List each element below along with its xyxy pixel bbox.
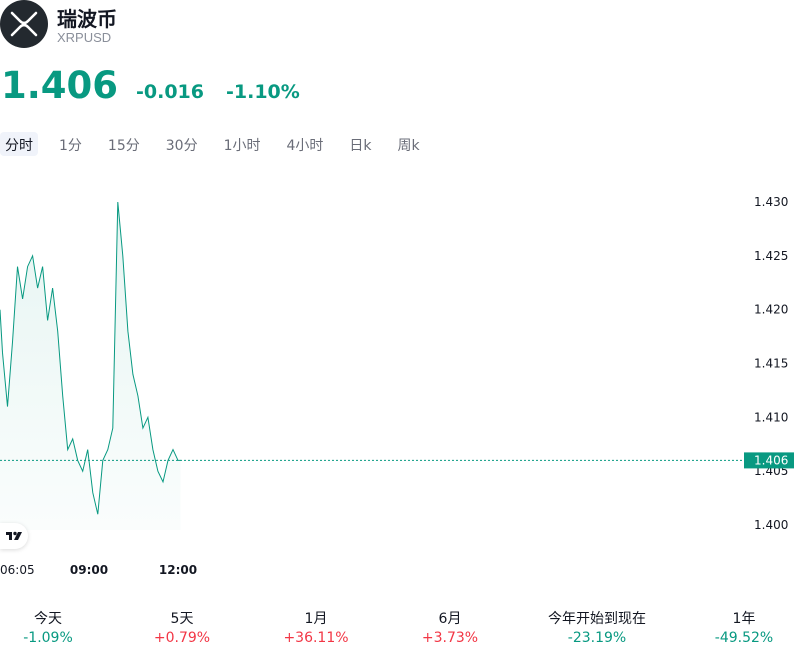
svg-text:1.406: 1.406 xyxy=(754,453,788,467)
perf-label: 6月 xyxy=(438,611,462,627)
x-tick-label: 06:05 xyxy=(0,563,35,577)
x-tick-label: 09:00 xyxy=(70,563,108,577)
y-tick-label: 1.430 xyxy=(754,195,788,209)
perf-label: 1年 xyxy=(732,611,756,627)
tradingview-logo-icon[interactable] xyxy=(0,523,28,549)
y-tick-label: 1.420 xyxy=(754,303,788,317)
perf-value: -23.19% xyxy=(567,630,627,646)
perf-6month[interactable]: 6月 +3.73% xyxy=(395,610,505,648)
perf-label: 今天 xyxy=(34,611,62,627)
x-tick-label: 12:00 xyxy=(159,563,197,577)
perf-label: 5天 xyxy=(170,611,194,627)
last-price-label: 1.406 xyxy=(744,452,794,469)
price-area xyxy=(0,202,181,530)
performance-row: 今天 -1.09% 5天 +0.79% 1月 +36.11% 6月 +3.73%… xyxy=(0,610,800,650)
perf-ytd[interactable]: 今年开始到现在 -23.19% xyxy=(542,610,652,648)
y-tick-label: 1.410 xyxy=(754,410,788,424)
perf-1year[interactable]: 1年 -49.52% xyxy=(689,610,799,648)
y-tick-label: 1.425 xyxy=(754,249,788,263)
perf-label: 今年开始到现在 xyxy=(548,611,646,627)
perf-value: +0.79% xyxy=(153,630,211,646)
perf-label: 1月 xyxy=(304,611,328,627)
perf-value: +3.73% xyxy=(421,630,479,646)
price-chart[interactable]: 1.4301.4251.4201.4151.4101.4051.400 06:0… xyxy=(0,0,800,600)
perf-today[interactable]: 今天 -1.09% xyxy=(0,610,103,648)
perf-value: -1.09% xyxy=(23,630,73,646)
perf-5day[interactable]: 5天 +0.79% xyxy=(127,610,237,648)
y-tick-label: 1.400 xyxy=(754,518,788,532)
y-tick-label: 1.415 xyxy=(754,357,788,371)
perf-1month[interactable]: 1月 +36.11% xyxy=(261,610,371,648)
perf-value: -49.52% xyxy=(714,630,774,646)
perf-value: +36.11% xyxy=(283,630,349,646)
